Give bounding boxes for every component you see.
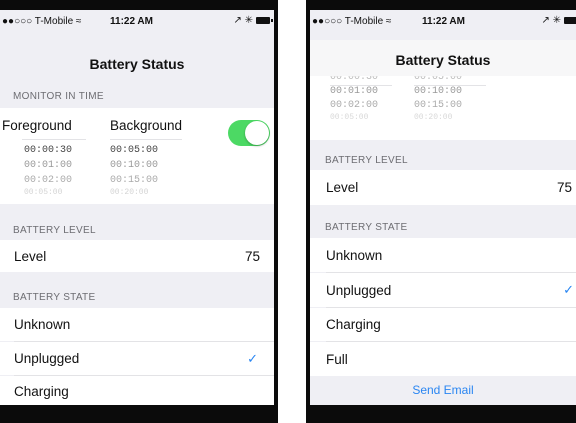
location-bluetooth-icon: ↗ ✳ [233,15,253,26]
state-option-label: Unknown [14,317,71,332]
state-option-label: Charging [326,317,381,332]
carrier-signal: ●●○○○ T-Mobile ≈ [2,16,82,27]
toggle-knob [245,121,269,145]
picker-divider [414,85,486,86]
picker-option: 00:10:00 [414,86,463,97]
monitor-section-header: MONITOR IN TIME [13,91,104,102]
picker-option: 00:01:00 [330,86,379,97]
battery-icon [256,17,273,24]
level-value: 75 [556,180,572,195]
phone-screen-left: ●●○○○ T-Mobile ≈ 11:22 AM ↗ ✳ Battery St… [0,0,278,423]
picker-divider [330,85,392,86]
send-email-button[interactable]: Send Email [310,381,576,399]
monitor-panel: Foreground Background 00:00:30 00:01:00 … [0,108,274,204]
picker-divider [22,139,86,140]
battery-state-header: BATTERY STATE [325,222,408,233]
state-option-label: Unplugged [326,282,392,298]
status-bar: ●●○○○ T-Mobile ≈ 11:22 AM ↗ ✳ [0,14,274,30]
page-title: Battery Status [89,56,185,72]
background-label: Background [110,118,183,133]
picker-option: 00:02:00 [24,175,73,186]
battery-level-header: BATTERY LEVEL [325,155,408,166]
page-title: Battery Status [310,40,576,76]
picker-option: 00:02:00 [330,100,379,111]
state-option-full[interactable]: Full [310,342,576,376]
picker-divider [110,139,182,140]
status-bar: ●●○○○ T-Mobile ≈ 11:22 AM ↗ ✳ [310,14,576,30]
picker-option: 00:10:00 [110,160,159,171]
state-option-charging[interactable]: Charging [0,376,274,405]
state-option-label: Charging [14,384,69,399]
checkmark-icon: ✓ [563,282,574,297]
picker-option: 00:15:00 [414,100,463,111]
level-label: Level [326,180,359,195]
level-row: Level 75 [310,170,576,205]
monitor-panel-scrolled: 00:00:30 00:01:00 00:02:00 00:05:00 00:0… [310,72,576,140]
battery-level-header: BATTERY LEVEL [13,225,96,236]
phone-screen-right: ●●○○○ T-Mobile ≈ 11:22 AM ↗ ✳ 00:00:30 0… [306,0,576,423]
picker-option: 00:05:00 [330,113,369,122]
status-icons: ↗ ✳ [541,15,576,26]
status-time: 11:22 AM [422,16,465,27]
carrier-signal: ●●○○○ T-Mobile ≈ [312,16,392,27]
level-row: Level 75 [0,240,274,272]
state-option-charging[interactable]: Charging [310,308,576,341]
state-option-label: Full [326,351,348,367]
battery-state-header: BATTERY STATE [13,292,96,303]
checkmark-icon: ✓ [247,350,258,366]
state-option-unplugged[interactable]: Unplugged ✓ [310,273,576,307]
status-time: 11:22 AM [110,16,153,27]
status-icons: ↗ ✳ [233,15,273,26]
state-option-label: Unknown [326,247,383,263]
picker-option: 00:20:00 [110,188,149,197]
picker-option: 00:05:00 [110,145,159,156]
level-value: 75 [244,248,260,264]
picker-option: 00:00:30 [24,145,73,156]
state-option-unknown[interactable]: Unknown [0,308,274,341]
picker-option: 00:05:00 [24,188,63,197]
monitor-toggle[interactable] [228,120,270,146]
state-option-label: Unplugged [14,351,80,366]
location-bluetooth-icon: ↗ ✳ [541,15,561,26]
picker-option: 00:20:00 [414,113,453,122]
battery-icon [564,17,576,24]
foreground-label: Foreground [2,118,72,133]
level-label: Level [14,248,47,264]
picker-option: 00:01:00 [24,160,73,171]
state-option-unknown[interactable]: Unknown [310,238,576,272]
state-option-unplugged[interactable]: Unplugged ✓ [0,342,274,375]
picker-option: 00:15:00 [110,175,159,186]
